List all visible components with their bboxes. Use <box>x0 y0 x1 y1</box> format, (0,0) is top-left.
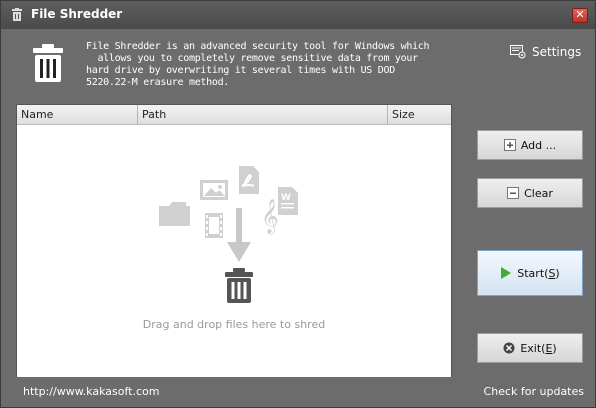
status-bar: http://www.kakasoft.com Check for update… <box>1 377 595 407</box>
settings-icon <box>510 45 526 59</box>
svg-text:𝄞: 𝄞 <box>261 199 279 235</box>
exit-icon <box>503 342 515 354</box>
image-icon <box>200 180 228 200</box>
settings-label: Settings <box>532 45 582 59</box>
minus-icon <box>507 187 520 199</box>
file-list-header: Name Path Size <box>17 105 451 125</box>
down-arrow-icon <box>227 208 251 262</box>
svg-text:W: W <box>281 193 291 203</box>
clear-label: Clear <box>524 186 553 200</box>
plus-icon <box>503 139 516 151</box>
title-bar[interactable]: File Shredder ✕ <box>1 1 595 29</box>
trash-icon <box>12 8 22 21</box>
app-description: File Shredder is an advanced security to… <box>86 41 430 88</box>
exit-label: Exit(E) <box>520 341 557 355</box>
close-button[interactable]: ✕ <box>572 8 588 23</box>
file-list[interactable]: Name Path Size W 𝄞 Drag and drop files h… <box>16 104 452 379</box>
start-button[interactable]: Start(S) <box>477 250 583 296</box>
trash-bin-icon <box>225 268 253 303</box>
drop-zone-illustration: W 𝄞 <box>159 166 298 303</box>
folder-icon <box>159 202 190 226</box>
window-title: File Shredder <box>31 7 123 21</box>
pdf-icon <box>239 166 259 194</box>
app-window: File Shredder ✕ File Shredder is an adva… <box>0 0 596 408</box>
clear-button[interactable]: Clear <box>477 178 583 208</box>
close-icon: ✕ <box>575 8 585 21</box>
check-updates-link[interactable]: Check for updates <box>484 385 584 398</box>
settings-link[interactable]: Settings <box>510 45 581 59</box>
shredder-trash-icon <box>33 44 63 82</box>
video-icon <box>205 213 223 238</box>
start-label: Start(S) <box>517 266 560 280</box>
header-panel: File Shredder is an advanced security to… <box>1 29 595 103</box>
column-name[interactable]: Name <box>17 105 138 124</box>
add-label: Add ... <box>520 138 557 152</box>
add-button[interactable]: Add ... <box>477 130 583 160</box>
column-size[interactable]: Size <box>388 105 451 124</box>
drop-zone-hint: Drag and drop files here to shred <box>142 318 326 331</box>
exit-button[interactable]: Exit(E) <box>477 333 583 363</box>
music-icon: 𝄞 <box>261 199 279 235</box>
document-icon: W <box>278 187 298 215</box>
website-link[interactable]: http://www.kakasoft.com <box>23 385 159 398</box>
play-icon <box>501 267 512 279</box>
column-path[interactable]: Path <box>138 105 388 124</box>
